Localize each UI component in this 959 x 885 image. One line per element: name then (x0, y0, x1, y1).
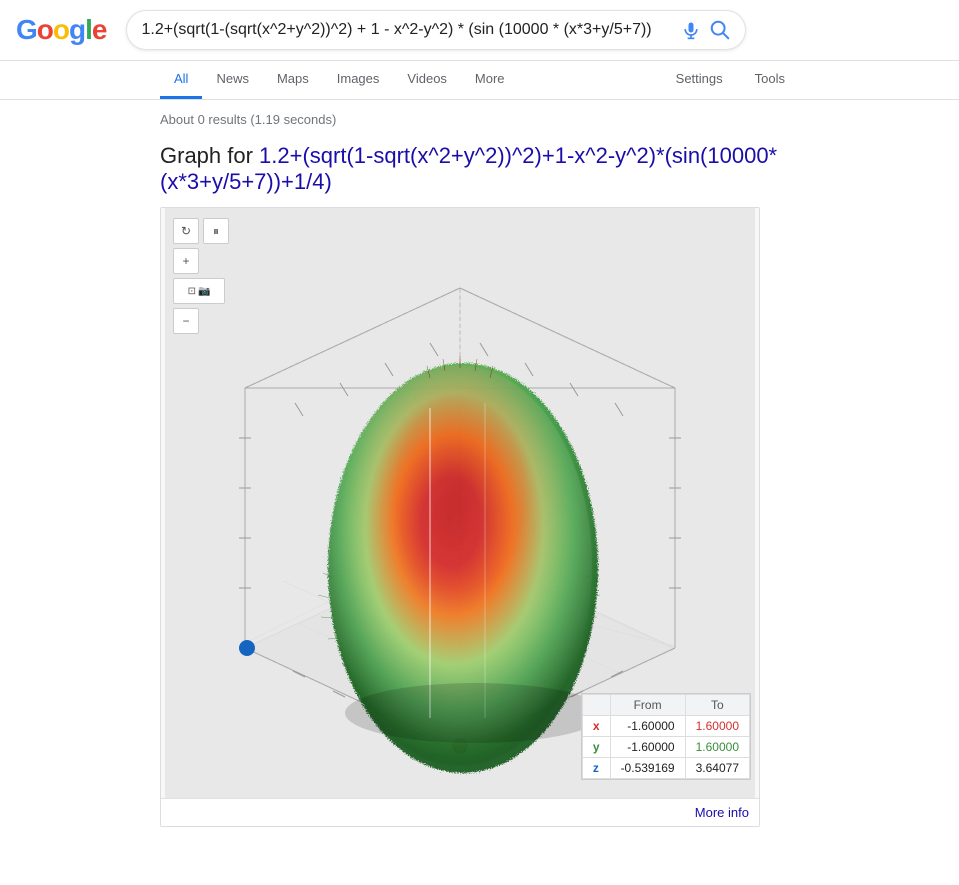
nav-item-maps[interactable]: Maps (263, 61, 323, 99)
range-header-label (582, 695, 610, 716)
y-from[interactable]: -1.60000 (610, 737, 685, 758)
plus-button[interactable]: + (173, 248, 199, 274)
graph-controls: ↻ ⏸ + ⊡ 📷 − (173, 218, 229, 334)
nav-item-news[interactable]: News (202, 61, 263, 99)
nav-item-all[interactable]: All (160, 61, 202, 99)
nav-item-videos[interactable]: Videos (393, 61, 461, 99)
z-from[interactable]: -0.539169 (610, 758, 685, 779)
minus-button[interactable]: − (173, 308, 199, 334)
fit-camera-button[interactable]: ⊡ 📷 (173, 278, 225, 304)
range-table: From To x -1.60000 1.60000 y -1.60000 1.… (581, 693, 751, 780)
logo-g: G (16, 14, 37, 45)
ctrl-row-2: + (173, 248, 229, 274)
ctrl-row-1: ↻ ⏸ (173, 218, 229, 244)
graph-title-prefix: Graph for (160, 143, 259, 168)
logo-e: e (92, 14, 107, 45)
z-label: z (582, 758, 610, 779)
y-label: y (582, 737, 610, 758)
mic-icon[interactable] (681, 20, 701, 40)
search-button[interactable] (709, 19, 731, 41)
ctrl-row-3: ⊡ 📷 (173, 278, 229, 304)
pause-button[interactable]: ⏸ (203, 218, 229, 244)
nav-bar: All News Maps Images Videos More Setting… (0, 61, 959, 100)
rotate-button[interactable]: ↻ (173, 218, 199, 244)
search-input[interactable] (141, 21, 673, 39)
fit-icon: ⊡ (188, 286, 196, 297)
more-info-link[interactable]: More info (161, 798, 759, 826)
ctrl-row-4: − (173, 308, 229, 334)
graph-title: Graph for 1.2+(sqrt(1-sqrt(x^2+y^2))^2)+… (160, 143, 799, 195)
header: Google (0, 0, 959, 61)
logo[interactable]: Google (16, 14, 106, 46)
graph-box: ↻ ⏸ + ⊡ 📷 − (160, 207, 760, 827)
x-from[interactable]: -1.60000 (610, 716, 685, 737)
x-label: x (582, 716, 610, 737)
results-count: About 0 results (1.19 seconds) (160, 112, 799, 127)
search-bar (126, 10, 746, 50)
logo-o2: o (53, 14, 69, 45)
nav-item-more[interactable]: More (461, 61, 519, 99)
range-row-x: x -1.60000 1.60000 (582, 716, 749, 737)
range-header-from: From (610, 695, 685, 716)
nav-item-settings[interactable]: Settings (662, 61, 737, 99)
x-to[interactable]: 1.60000 (685, 716, 749, 737)
range-row-y: y -1.60000 1.60000 (582, 737, 749, 758)
logo-l: l (85, 14, 92, 45)
y-to[interactable]: 1.60000 (685, 737, 749, 758)
nav-item-tools[interactable]: Tools (741, 61, 799, 99)
nav-right: Settings Tools (662, 61, 799, 99)
camera-icon: 📷 (198, 286, 210, 297)
z-to[interactable]: 3.64077 (685, 758, 749, 779)
range-row-z: z -0.539169 3.64077 (582, 758, 749, 779)
logo-o1: o (37, 14, 53, 45)
nav-item-images[interactable]: Images (323, 61, 394, 99)
logo-g2: g (69, 14, 85, 45)
range-header-to: To (685, 695, 749, 716)
results-area: About 0 results (1.19 seconds) Graph for… (0, 100, 959, 847)
